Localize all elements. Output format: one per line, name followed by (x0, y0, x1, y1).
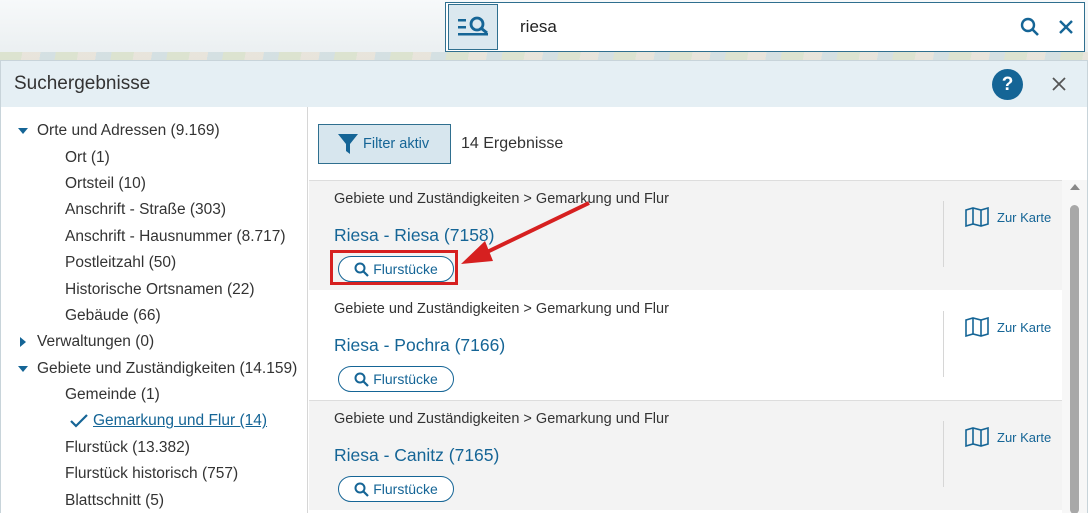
list-search-icon (458, 16, 488, 36)
checkmark-icon (69, 413, 89, 429)
tree-item-label: Ort (1) (65, 148, 110, 166)
zur-karte-link[interactable]: Zur Karte (965, 207, 1051, 227)
tree-item-orte-und-adressen[interactable]: Orte und Adressen (9.169) (1, 118, 307, 144)
tree-item-ort[interactable]: Ort (1) (1, 144, 307, 170)
flurstuecke-label: Flurstücke (373, 481, 438, 497)
funnel-icon (338, 133, 358, 154)
flurstuecke-label: Flurstücke (373, 371, 438, 387)
tree-item-gemeinde[interactable]: Gemeinde (1) (1, 382, 307, 408)
tree-item-verwaltungen[interactable]: Verwaltungen (0) (1, 329, 307, 355)
tree-item-label: Gemeinde (1) (65, 386, 160, 404)
tree-item-label: Verwaltungen (0) (37, 333, 155, 351)
tree-item-label: Gebäude (66) (65, 306, 161, 324)
tree-item-anschrift-hausnummer[interactable]: Anschrift - Hausnummer (8.717) (1, 224, 307, 250)
caret-down-icon[interactable] (17, 125, 29, 137)
tree-item-label: Historische Ortsnamen (22) (65, 280, 255, 298)
zur-karte-label: Zur Karte (997, 319, 1052, 335)
search-box (445, 2, 1085, 52)
help-button[interactable]: ? (992, 69, 1023, 100)
search-button[interactable] (1012, 5, 1048, 49)
results-toolbar: Filter aktiv 14 Ergebnisse (309, 107, 1087, 180)
result-item: Gebiete und Zuständigkeiten > Gemarkung … (309, 401, 1062, 511)
result-title-link[interactable]: Riesa - Pochra (7166) (334, 335, 505, 356)
divider (943, 421, 944, 487)
close-icon (1052, 77, 1066, 91)
result-item: Gebiete und Zuständigkeiten > Gemarkung … (309, 291, 1062, 401)
zur-karte-link[interactable]: Zur Karte (965, 427, 1051, 447)
close-panel-button[interactable] (1046, 71, 1072, 97)
tree-item-gebaeude[interactable]: Gebäude (66) (1, 303, 307, 329)
annotation-highlight-box (330, 250, 458, 285)
flurstuecke-button[interactable]: Flurstücke (338, 476, 454, 502)
tree-item-label: Flurstück (13.382) (65, 438, 190, 456)
result-breadcrumb: Gebiete und Zuständigkeiten > Gemarkung … (334, 411, 669, 427)
tree-item-label: Anschrift - Hausnummer (8.717) (65, 227, 286, 245)
scroll-thumb[interactable] (1070, 205, 1079, 513)
map-icon (965, 207, 989, 227)
tree-item-label: Flurstück historisch (757) (65, 465, 239, 483)
panel-title: Suchergebnisse (14, 73, 151, 94)
tree-item-label: Orte und Adressen (9.169) (37, 122, 220, 140)
tree-item-historische-ortsnamen[interactable]: Historische Ortsnamen (22) (1, 276, 307, 302)
tree-item-label: Gemarkung und Flur (14) (93, 412, 268, 430)
result-count: 14 Ergebnisse (461, 134, 564, 152)
flurstuecke-button[interactable]: Flurstücke (338, 366, 454, 392)
results-scrollbar[interactable] (1062, 180, 1087, 513)
search-input[interactable] (498, 5, 1012, 49)
category-tree: Orte und Adressen (9.169) Ort (1) Ortste… (1, 107, 308, 513)
caret-down-icon[interactable] (17, 363, 29, 375)
filter-button-label: Filter aktiv (363, 135, 430, 152)
tree-item-label: Gebiete und Zuständigkeiten (14.159) (37, 359, 298, 377)
tree-item-label: Anschrift - Straße (303) (65, 201, 227, 219)
tree-item-label: Ortsteil (10) (65, 174, 146, 192)
close-icon (1059, 20, 1073, 34)
filter-button[interactable]: Filter aktiv (318, 123, 451, 164)
panel-header: Suchergebnisse ? (1, 61, 1087, 107)
map-icon (965, 317, 989, 337)
zur-karte-label: Zur Karte (997, 429, 1052, 445)
tree-item-gebiete-und-zustaendigkeiten[interactable]: Gebiete und Zuständigkeiten (14.159) (1, 356, 307, 382)
results-list: Gebiete und Zuständigkeiten > Gemarkung … (309, 180, 1062, 513)
tree-item-postleitzahl[interactable]: Postleitzahl (50) (1, 250, 307, 276)
result-title-link[interactable]: Riesa - Canitz (7165) (334, 445, 499, 466)
results-area: Filter aktiv 14 Ergebnisse Gebiete und Z… (309, 107, 1087, 513)
tree-item-gemarkung-und-flur[interactable]: Gemarkung und Flur (14) (1, 408, 307, 434)
zur-karte-label: Zur Karte (997, 209, 1052, 225)
search-mode-button[interactable] (448, 4, 498, 50)
annotation-arrow-icon (461, 201, 590, 264)
caret-right-icon[interactable] (17, 336, 29, 348)
tree-item-flurstueck-historisch[interactable]: Flurstück historisch (757) (1, 461, 307, 487)
search-icon (1020, 17, 1039, 36)
zur-karte-link[interactable]: Zur Karte (965, 317, 1051, 337)
result-breadcrumb: Gebiete und Zuständigkeiten > Gemarkung … (334, 301, 669, 317)
divider (943, 311, 944, 377)
search-icon (354, 372, 369, 387)
tree-item-label: Postleitzahl (50) (65, 254, 177, 272)
tree-item-flurstueck[interactable]: Flurstück (13.382) (1, 435, 307, 461)
search-results-panel: Suchergebnisse ? Orte und Adressen (9.16… (0, 60, 1088, 513)
map-icon (965, 427, 989, 447)
tree-item-label: Blattschnitt (5) (65, 491, 165, 509)
tree-item-ortsteil[interactable]: Ortsteil (10) (1, 171, 307, 197)
divider (943, 201, 944, 267)
tree-item-blattschnitt[interactable]: Blattschnitt (5) (1, 487, 307, 513)
clear-search-button[interactable] (1048, 5, 1084, 49)
tree-item-anschrift-strasse[interactable]: Anschrift - Straße (303) (1, 197, 307, 223)
scroll-up-arrow-icon[interactable] (1070, 184, 1080, 190)
search-icon (354, 482, 369, 497)
